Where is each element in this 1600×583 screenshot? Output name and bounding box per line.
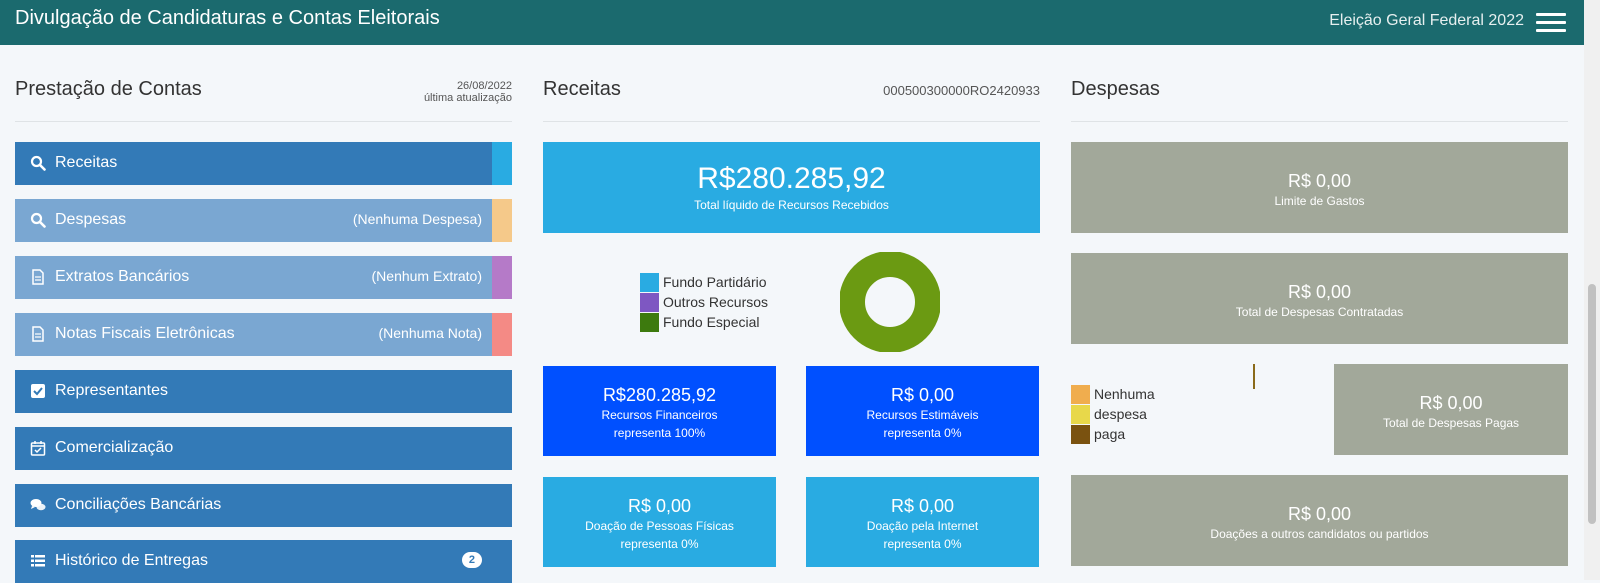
last-update: 26/08/2022 última atualização: [424, 80, 512, 104]
estimaveis-card: R$ 0,00 Recursos Estimáveis representa 0…: [806, 366, 1039, 456]
pf-pct: representa 0%: [620, 537, 699, 551]
despesas-legend: Nenhuma despesa paga: [1071, 384, 1155, 444]
despesas-contratadas-card: R$ 0,00 Total de Despesas Contratadas: [1071, 253, 1568, 344]
total-receitas-label: Total líquido de Recursos Recebidos: [694, 198, 889, 212]
financeiros-card: R$280.285,92 Recursos Financeiros repres…: [543, 366, 776, 456]
search-icon: [30, 155, 46, 171]
receitas-legend: Fundo Partidário Outros Recursos Fundo E…: [640, 272, 768, 332]
contratadas-label: Total de Despesas Contratadas: [1235, 305, 1404, 319]
contratadas-value: R$ 0,00: [1287, 282, 1352, 302]
financeiros-label: Recursos Financeiros: [601, 408, 718, 422]
doacoes-label: Doações a outros candidatos ou partidos: [1210, 527, 1429, 541]
pagas-label: Total de Despesas Pagas: [1382, 416, 1520, 430]
limite-value: R$ 0,00: [1287, 171, 1352, 191]
receitas-header: Receitas 000500300000RO2420933: [543, 76, 1040, 122]
despesas-chart-line: [1253, 364, 1255, 389]
nav-comercializacao[interactable]: Comercialização: [15, 427, 512, 470]
comments-icon: [30, 499, 46, 511]
internet-value: R$ 0,00: [890, 496, 955, 516]
pagas-value: R$ 0,00: [1419, 393, 1483, 413]
pf-label: Doação de Pessoas Físicas: [585, 519, 734, 533]
nav-receitas[interactable]: Receitas: [15, 142, 512, 185]
nav-receitas-label: Receitas: [55, 154, 118, 171]
election-label: Eleição Geral Federal 2022: [1329, 12, 1524, 29]
total-receitas-value: R$280.285,92: [697, 162, 886, 195]
despesas-title: Despesas: [1071, 78, 1160, 100]
doacoes-outros-card: R$ 0,00 Doações a outros candidatos ou p…: [1071, 475, 1568, 566]
doacoes-value: R$ 0,00: [1287, 504, 1352, 524]
checkbox-icon: [31, 384, 45, 398]
nav-despesas-label: Despesas: [55, 211, 127, 228]
legend-item: despesa: [1071, 404, 1155, 424]
legend-item: Outros Recursos: [640, 292, 768, 312]
nav-representantes-label: Representantes: [55, 382, 168, 399]
legend-item: Nenhuma: [1071, 384, 1155, 404]
legend-item: Fundo Partidário: [640, 272, 768, 292]
nav-despesas[interactable]: Despesas (Nenhuma Despesa): [15, 199, 512, 242]
nav-despesas-note: (Nenhuma Despesa): [352, 211, 482, 227]
search-icon: [30, 212, 46, 228]
nav-representantes[interactable]: Representantes: [15, 370, 512, 413]
document-icon: [32, 269, 44, 285]
nav-extratos-note: (Nenhum Extrato): [371, 268, 482, 284]
estimaveis-value: R$ 0,00: [890, 385, 955, 405]
legend-item: paga: [1071, 424, 1155, 444]
legend-item: Fundo Especial: [640, 312, 768, 332]
page-title: Divulgação de Candidaturas e Contas Elei…: [15, 7, 440, 29]
nav-comercializacao-label: Comercialização: [55, 439, 174, 456]
despesas-pagas-card: R$ 0,00 Total de Despesas Pagas: [1334, 364, 1568, 455]
top-bar: Divulgação de Candidaturas e Contas Elei…: [0, 0, 1584, 45]
scrollbar[interactable]: [1584, 0, 1600, 580]
extratos-stripe: [492, 256, 512, 299]
despesas-header: Despesas: [1071, 76, 1568, 122]
receitas-donut-chart: [840, 252, 940, 352]
pessoas-fisicas-card: R$ 0,00 Doação de Pessoas Físicas repres…: [543, 477, 776, 567]
internet-card: R$ 0,00 Doação pela Internet representa …: [806, 477, 1039, 567]
last-update-date: 26/08/2022: [456, 80, 512, 92]
last-update-label: última atualização: [423, 92, 512, 104]
nav-notas-label: Notas Fiscais Eletrônicas: [55, 325, 235, 342]
estimaveis-pct: representa 0%: [883, 426, 962, 440]
pf-value: R$ 0,00: [627, 496, 692, 516]
nav-conciliacoes[interactable]: Conciliações Bancárias: [15, 484, 512, 527]
receitas-stripe: [492, 142, 512, 185]
scrollbar-thumb[interactable]: [1588, 284, 1596, 524]
calendar-check-icon: [30, 441, 46, 456]
estimaveis-label: Recursos Estimáveis: [866, 408, 979, 422]
total-receitas-card: R$280.285,92 Total líquido de Recursos R…: [543, 142, 1040, 233]
internet-label: Doação pela Internet: [866, 519, 979, 533]
historico-count-badge: 2: [461, 552, 482, 568]
limite-label: Limite de Gastos: [1274, 194, 1365, 208]
nav-extratos[interactable]: Extratos Bancários (Nenhum Extrato): [15, 256, 512, 299]
prestacao-title: Prestação de Contas: [15, 78, 202, 100]
hamburger-menu-icon[interactable]: [1536, 13, 1566, 33]
list-icon: [31, 555, 45, 567]
receitas-title: Receitas: [543, 78, 621, 100]
nav-historico[interactable]: Histórico de Entregas 2: [15, 540, 512, 583]
document-icon: [32, 326, 44, 342]
donut-slice-fundo-especial: [840, 252, 940, 352]
nav-notas-fiscais[interactable]: Notas Fiscais Eletrônicas (Nenhuma Nota): [15, 313, 512, 356]
limite-gastos-card: R$ 0,00 Limite de Gastos: [1071, 142, 1568, 233]
despesas-stripe: [492, 199, 512, 242]
nav-notas-note: (Nenhuma Nota): [378, 325, 483, 341]
notas-stripe: [492, 313, 512, 356]
financeiros-pct: representa 100%: [613, 426, 706, 440]
financeiros-value: R$280.285,92: [602, 385, 717, 405]
nav-historico-label: Histórico de Entregas: [55, 552, 208, 569]
candidate-code: 000500300000RO2420933: [883, 83, 1040, 98]
internet-pct: representa 0%: [883, 537, 962, 551]
nav-extratos-label: Extratos Bancários: [55, 268, 190, 285]
nav-conciliacoes-label: Conciliações Bancárias: [55, 496, 222, 513]
prestacao-header: Prestação de Contas 26/08/2022 última at…: [15, 76, 512, 122]
